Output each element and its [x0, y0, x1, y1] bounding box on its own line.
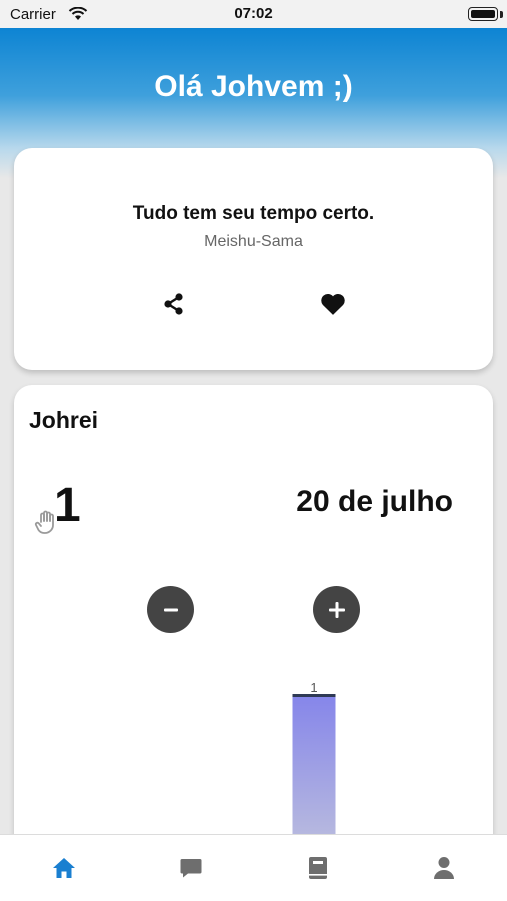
battery-icon [468, 7, 498, 21]
johrei-count: 1 [54, 479, 81, 532]
quote-text: Tudo tem seu tempo certo. [132, 203, 375, 224]
decrement-button[interactable] [147, 586, 194, 633]
tab-book[interactable] [303, 853, 333, 883]
home-icon [53, 858, 75, 878]
user-icon [434, 857, 454, 879]
johrei-date: 20 de julho [296, 485, 453, 518]
johrei-card: Johrei 1 20 de julho 1 [14, 385, 493, 855]
tab-profile[interactable] [429, 853, 459, 883]
greeting-title: Olá Johvem ;) [154, 70, 353, 103]
heart-icon[interactable] [320, 292, 346, 316]
chart-data-label: 1 [310, 680, 317, 695]
quote-card: Tudo tem seu tempo certo. Meishu-Sama [14, 148, 493, 370]
battery-tip [500, 11, 503, 18]
johrei-title: Johrei [29, 407, 99, 433]
johrei-chart: 1 [292, 680, 336, 835]
tab-chat[interactable] [176, 853, 206, 883]
minus-icon [163, 608, 178, 611]
book-icon [309, 857, 327, 879]
quote-author: Meishu-Sama [204, 233, 303, 250]
increment-button[interactable] [313, 586, 360, 633]
chat-icon [180, 859, 202, 878]
share-icon[interactable] [162, 292, 186, 316]
plus-icon [328, 601, 345, 618]
status-bar: Carrier 07:02 [0, 0, 507, 28]
chart-bar [292, 694, 336, 835]
tab-home[interactable] [49, 853, 79, 883]
tab-bar [0, 834, 507, 901]
status-time: 07:02 [234, 5, 273, 22]
